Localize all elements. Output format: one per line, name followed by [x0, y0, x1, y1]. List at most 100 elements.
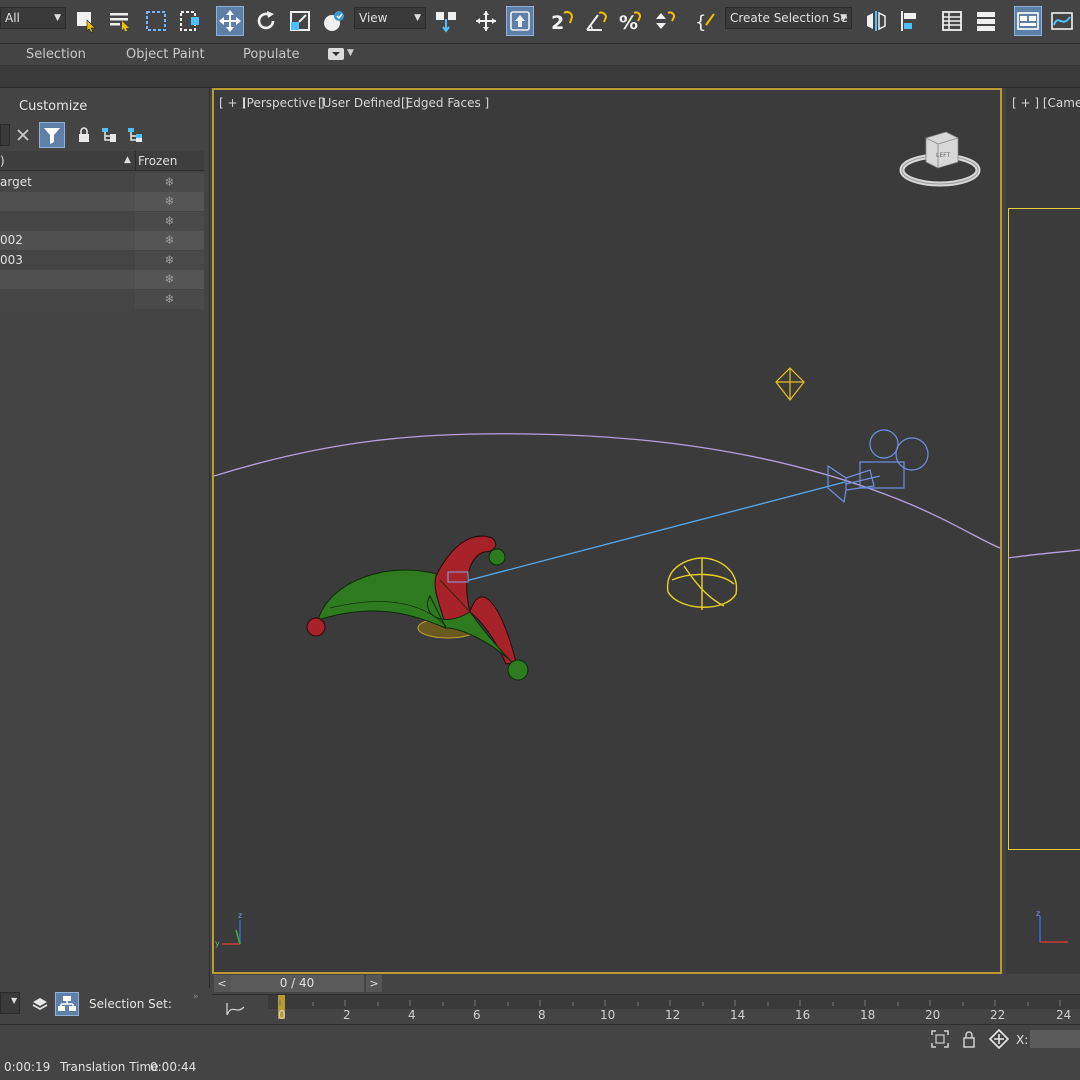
snowflake-icon[interactable]: ❄ — [135, 173, 204, 192]
snowflake-icon[interactable]: ❄ — [135, 251, 204, 270]
snaps-toggle-button[interactable]: 2 — [548, 6, 576, 36]
select-and-manipulate-button[interactable] — [472, 6, 500, 36]
camera-viewport[interactable]: [ + ] [Camera z — [1006, 88, 1080, 974]
close-icon[interactable] — [16, 128, 30, 142]
select-and-move-button[interactable] — [216, 6, 244, 36]
chevron-down-icon: ▼ — [414, 13, 421, 23]
light-helper — [775, 367, 805, 401]
tick-label: 0 — [278, 1008, 286, 1022]
list-item[interactable]: ❄ — [0, 270, 204, 289]
column-name-header[interactable]: ) — [0, 154, 5, 168]
window-crossing-icon — [180, 11, 199, 31]
select-object-button[interactable] — [72, 6, 100, 36]
curve-editor-mini-icon[interactable] — [224, 1001, 246, 1017]
toggle-scene-explorer-button[interactable] — [938, 6, 966, 36]
status-bar: X: 0:00:19 Translation Time 0:00:44 — [0, 1024, 1080, 1080]
translation-time-value: 0:00:44 — [150, 1060, 197, 1074]
viewcube[interactable]: LEFT — [898, 126, 984, 194]
column-frozen-header[interactable]: Frozen — [138, 154, 177, 168]
snowflake-icon[interactable]: ❄ — [135, 212, 204, 231]
filter-toggle-button[interactable] — [39, 122, 65, 148]
explorer-mode-dropdown[interactable]: ▼ — [0, 992, 20, 1014]
list-item[interactable]: arget ❄ — [0, 173, 204, 192]
expand-chevron-icon[interactable]: » — [193, 992, 199, 1002]
align-button[interactable] — [896, 6, 924, 36]
percent-icon: % — [619, 11, 642, 33]
snap-2d-icon: 2 — [551, 11, 574, 33]
ribbon-tab-populate[interactable]: Populate — [243, 47, 300, 62]
reference-coordinate-value: View — [359, 11, 388, 25]
list-item[interactable]: ❄ — [0, 290, 204, 309]
named-selection-set-value: Create Selection Se — [730, 11, 848, 25]
list-item-name — [0, 270, 134, 289]
ribbon-tab-selection[interactable]: Selection — [26, 47, 86, 62]
snowflake-icon[interactable]: ❄ — [135, 290, 204, 309]
dome-object — [667, 557, 738, 610]
tick-label: 8 — [538, 1008, 546, 1022]
list-item-name: 003 — [0, 253, 23, 267]
toggle-ribbon-button[interactable] — [1014, 6, 1042, 36]
curve-editor-button[interactable] — [1048, 6, 1076, 36]
list-item[interactable]: ❄ — [0, 212, 204, 231]
svg-text:2: 2 — [551, 12, 564, 33]
up-arrow-box-icon — [510, 11, 530, 31]
explorer-search-input[interactable] — [0, 124, 10, 146]
list-item[interactable]: 002 ❄ — [0, 231, 204, 250]
select-cursor-icon — [77, 12, 96, 33]
list-item[interactable]: 003 ❄ — [0, 251, 204, 270]
render-time-value: 0:00:19 — [4, 1060, 51, 1074]
place-icon — [324, 11, 344, 31]
lock-icon[interactable] — [961, 1029, 977, 1049]
select-and-rotate-button[interactable] — [252, 6, 280, 36]
camera-viewport-label[interactable]: [ + ] [Camera — [1012, 96, 1080, 110]
x-coordinate-input[interactable] — [1030, 1030, 1080, 1048]
list-item[interactable]: ❄ — [0, 192, 204, 211]
time-slider-thumb[interactable]: 0 / 40 — [230, 975, 364, 992]
ribbon-subbar — [0, 66, 1080, 88]
layers-icon — [977, 12, 995, 31]
keyboard-shortcut-override-button[interactable] — [506, 6, 534, 36]
motion-path-curve — [214, 433, 1000, 549]
toggle-layer-explorer-button[interactable] — [972, 6, 1000, 36]
reference-coordinate-dropdown[interactable]: View ▼ — [354, 7, 426, 29]
customize-menu[interactable]: Customize — [19, 99, 87, 114]
snowflake-icon[interactable]: ❄ — [135, 192, 204, 211]
selection-filter-dropdown[interactable]: All ▼ — [0, 7, 66, 29]
edit-named-selection-button[interactable]: { — [692, 6, 720, 36]
snowflake-icon[interactable]: ❄ — [135, 270, 204, 289]
perspective-viewport[interactable]: [ + ] [Perspective ] [User Defined ] [Ed… — [212, 88, 1002, 974]
list-cursor-icon — [110, 13, 129, 31]
tick-label: 12 — [665, 1008, 681, 1022]
place-button[interactable] — [320, 6, 348, 36]
ribbon-dropdown-arrow-icon[interactable]: ▼ — [347, 48, 354, 58]
percent-snap-button[interactable]: % — [616, 6, 644, 36]
named-selection-set-dropdown[interactable]: Create Selection Se ▼ — [725, 7, 852, 29]
snowflake-icon[interactable]: ❄ — [135, 231, 204, 250]
previous-frame-button[interactable]: < — [214, 975, 230, 992]
mirror-button[interactable] — [862, 6, 890, 36]
next-frame-button[interactable]: > — [366, 975, 382, 992]
chevron-down-icon: ▼ — [840, 13, 847, 23]
sort-by-hierarchy-button[interactable] — [55, 992, 79, 1016]
spinner-snap-button[interactable] — [650, 6, 678, 36]
pivot-center-button[interactable] — [432, 6, 460, 36]
lock-icon[interactable] — [77, 127, 91, 143]
list-item-name: arget — [0, 175, 32, 189]
camera-target-line — [461, 481, 846, 583]
select-and-scale-button[interactable] — [286, 6, 314, 36]
x-coordinate-label: X: — [1016, 1033, 1029, 1047]
absolute-transform-icon[interactable] — [989, 1029, 1009, 1049]
hierarchy-icon[interactable] — [100, 126, 118, 144]
select-by-name-button[interactable] — [106, 6, 134, 36]
selection-lock-frame-icon[interactable] — [930, 1029, 950, 1049]
layers-sort-icon[interactable] — [32, 996, 48, 1012]
tick-label: 2 — [343, 1008, 351, 1022]
rectangular-selection-button[interactable] — [142, 6, 170, 36]
ribbon-tab-object-paint[interactable]: Object Paint — [126, 47, 205, 62]
angle-snap-button[interactable] — [582, 6, 610, 36]
ribbon-options-button[interactable] — [328, 48, 344, 60]
window-crossing-button[interactable] — [176, 6, 204, 36]
axis-tripod-icon: z — [1036, 909, 1068, 943]
hierarchy-icon — [58, 996, 76, 1011]
hierarchy-expand-icon[interactable] — [126, 126, 144, 144]
